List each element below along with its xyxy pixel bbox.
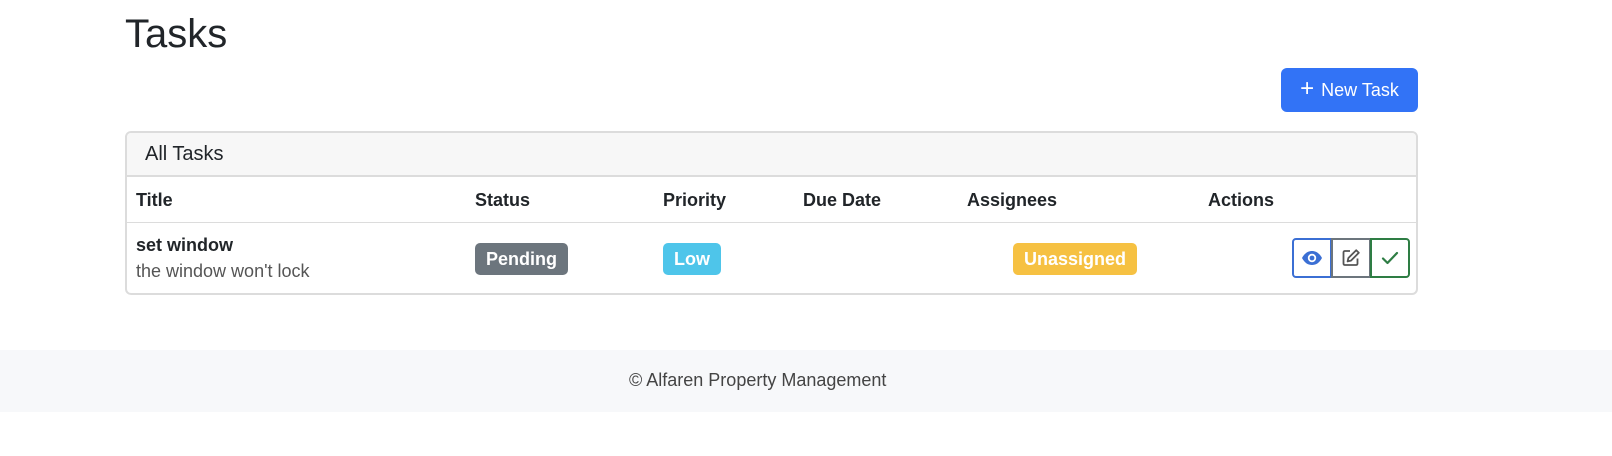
column-priority: Priority bbox=[663, 190, 727, 210]
column-due-date: Due Date bbox=[803, 190, 882, 210]
card-header: All Tasks bbox=[127, 133, 1416, 177]
assignee-badge: Unassigned bbox=[1013, 243, 1138, 275]
column-status: Status bbox=[475, 190, 531, 210]
edit-button[interactable] bbox=[1331, 238, 1371, 278]
task-title: set window bbox=[136, 235, 234, 255]
check-icon bbox=[1381, 251, 1399, 265]
column-title: Title bbox=[136, 190, 173, 210]
complete-button[interactable] bbox=[1370, 238, 1410, 278]
table-row: set window the window won't lock Pending… bbox=[127, 223, 1416, 293]
eye-icon bbox=[1302, 251, 1322, 265]
row-actions bbox=[1292, 238, 1410, 278]
column-actions: Actions bbox=[1208, 190, 1275, 210]
page-title: Tasks bbox=[125, 12, 228, 56]
column-assignees: Assignees bbox=[967, 190, 1058, 210]
tasks-card: All Tasks Title Status Priority Due Date… bbox=[125, 131, 1418, 295]
footer-copyright: © Alfaren Property Management bbox=[629, 370, 887, 390]
view-button[interactable] bbox=[1292, 238, 1332, 278]
status-badge: Pending bbox=[475, 243, 568, 275]
task-description: the window won't lock bbox=[136, 261, 310, 281]
edit-icon bbox=[1342, 249, 1360, 266]
plus-icon: + bbox=[1300, 75, 1315, 102]
priority-badge: Low bbox=[663, 243, 721, 275]
footer: © Alfaren Property Management bbox=[0, 350, 1612, 412]
table-header: Title Status Priority Due Date Assignees… bbox=[127, 177, 1416, 223]
new-task-button[interactable]: + New Task bbox=[1281, 68, 1418, 112]
new-task-label: New Task bbox=[1321, 79, 1399, 100]
